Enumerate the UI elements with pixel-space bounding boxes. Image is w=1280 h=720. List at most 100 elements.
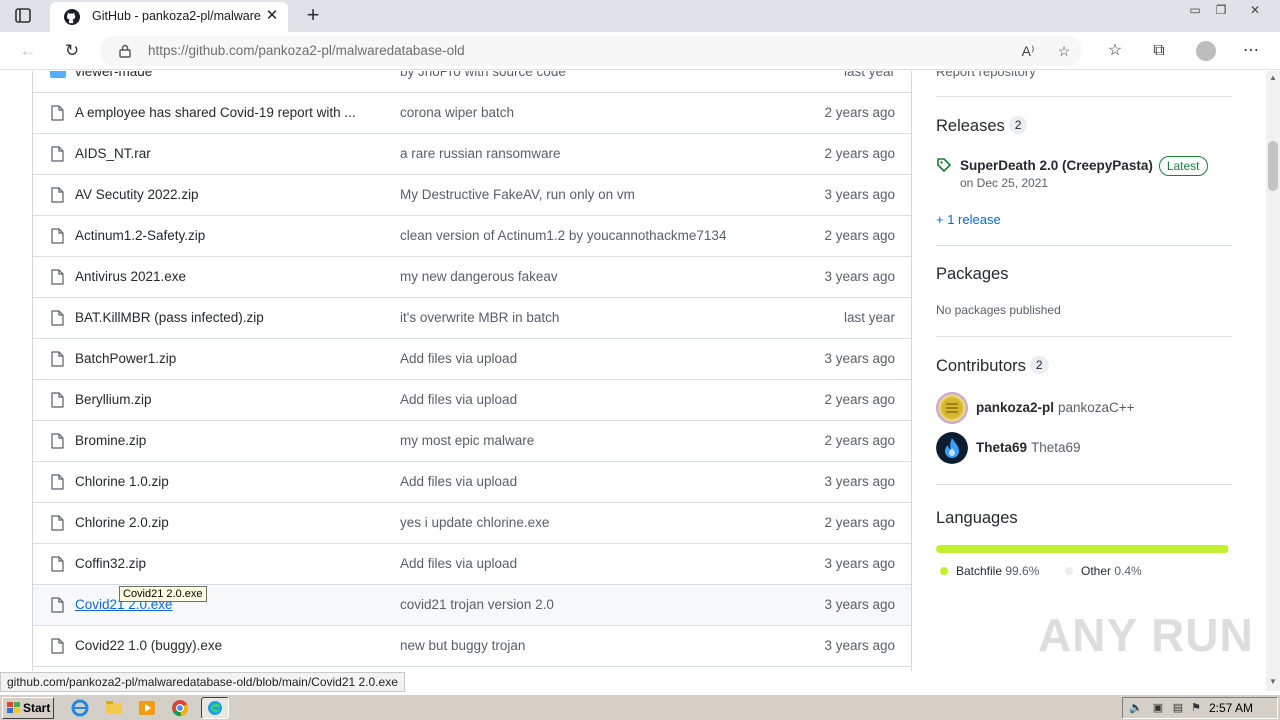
- ie-icon[interactable]: [70, 698, 90, 718]
- contributors-heading[interactable]: Contributors: [936, 357, 1026, 375]
- media-player-icon[interactable]: [137, 698, 157, 718]
- folder-icon[interactable]: [104, 698, 124, 718]
- file-name-link[interactable]: AV Secutity 2022.zip: [75, 187, 375, 202]
- file-name-link[interactable]: A employee has shared Covid-19 report wi…: [75, 105, 375, 120]
- vertical-scrollbar[interactable]: ▲ ▼: [1266, 71, 1280, 691]
- new-tab-button[interactable]: +: [302, 4, 324, 27]
- commit-message-link[interactable]: my most epic malware: [400, 433, 780, 448]
- file-row[interactable]: AIDS_NT.rar a rare russian ransomware 2 ye…: [33, 133, 911, 174]
- commit-message-link[interactable]: it's overwrite MBR in batch: [400, 310, 780, 325]
- commit-message-link[interactable]: My Destructive FakeAV, run only on vm: [400, 187, 780, 202]
- file-name-link[interactable]: Covid22 1.0 (buggy).exe: [75, 638, 375, 653]
- lock-icon[interactable]: [118, 44, 132, 58]
- more-menu-icon[interactable]: ⋯: [1240, 40, 1262, 62]
- file-name-link[interactable]: AIDS_NT.rar: [75, 146, 375, 161]
- more-releases-link[interactable]: + 1 release: [936, 212, 1001, 227]
- address-bar[interactable]: https://github.com/pankoza2-pl/malwareda…: [100, 36, 1082, 66]
- commit-message-link[interactable]: Add files via upload: [400, 556, 780, 571]
- file-name-link[interactable]: Antivirus 2021.exe: [75, 269, 375, 284]
- file-row[interactable]: BAT.KillMBR (pass infected).zip it's over…: [33, 297, 911, 338]
- contributor-item[interactable]: pankoza2-pl pankozaC++: [936, 392, 1232, 426]
- file-row[interactable]: Beryllium.zip Add files via upload 2 years…: [33, 379, 911, 420]
- url-text[interactable]: https://github.com/pankoza2-pl/malwareda…: [148, 43, 465, 58]
- file-name-link[interactable]: BAT.KillMBR (pass infected).zip: [75, 310, 375, 325]
- commit-message-link[interactable]: a rare russian ransomware: [400, 146, 780, 161]
- browser-tab-active[interactable]: GitHub - pankoza2-pl/malware ✕: [50, 2, 288, 32]
- back-arrow-icon[interactable]: ←: [16, 39, 40, 63]
- minimize-icon[interactable]: ▭: [1184, 2, 1206, 18]
- file-row[interactable]: Chlorine 1.0.zip Add files via upload 3 ye…: [33, 461, 911, 502]
- commit-message-link[interactable]: covid21 trojan version 2.0: [400, 597, 780, 612]
- tab-close-icon[interactable]: ✕: [264, 8, 280, 24]
- refresh-icon[interactable]: ↻: [60, 39, 84, 63]
- file-name-link[interactable]: Actinum1.2-Safety.zip: [75, 228, 375, 243]
- collections-icon[interactable]: ⧉: [1148, 40, 1170, 62]
- file-row[interactable]: Bromine.zip my most epic malware 2 years a…: [33, 420, 911, 461]
- file-name-link[interactable]: Chlorine 2.0.zip: [75, 515, 375, 530]
- scrollbar-thumb[interactable]: [1268, 141, 1278, 191]
- file-row[interactable]: AV Secutity 2022.zip My Destructive FakeA…: [33, 174, 911, 215]
- file-row[interactable]: Chlorine 2.0.zip yes i update chlorine.ex…: [33, 502, 911, 543]
- contributor-login[interactable]: pankoza2-pl: [976, 400, 1054, 415]
- file-name-link[interactable]: BatchPower1.zip: [75, 351, 375, 366]
- start-button[interactable]: Start: [2, 697, 54, 719]
- file-name-link[interactable]: Beryllium.zip: [75, 392, 375, 407]
- language-percent: 99.6%: [1005, 564, 1040, 578]
- window-close-icon[interactable]: ✕: [1244, 2, 1266, 18]
- commit-message-link[interactable]: clean version of Actinum1.2 by youcannot…: [400, 228, 780, 243]
- languages-section: Languages Batchfile 99.6% Other 0.4%: [936, 509, 1232, 578]
- file-list: viewer-made by JhoPro with source code las…: [32, 71, 912, 671]
- display-icon[interactable]: ▤: [1171, 701, 1185, 715]
- language-bar: [936, 545, 1229, 553]
- volume-icon[interactable]: 🔈: [1129, 701, 1143, 715]
- profile-avatar-icon[interactable]: [1196, 41, 1216, 61]
- file-row[interactable]: BatchPower1.zip Add files via upload 3 yea…: [33, 338, 911, 379]
- network-icon[interactable]: ▣: [1151, 701, 1165, 715]
- file-name-link[interactable]: Bromine.zip: [75, 433, 375, 448]
- commit-message-link[interactable]: new but buggy trojan: [400, 638, 780, 653]
- file-row[interactable]: Coffin32.zip Add files via upload 3 years …: [33, 543, 911, 584]
- latest-release[interactable]: SuperDeath 2.0 (CreepyPasta) Latest on De…: [936, 154, 1232, 194]
- packages-heading[interactable]: Packages: [936, 265, 1008, 283]
- release-name[interactable]: SuperDeath 2.0 (CreepyPasta): [960, 158, 1153, 173]
- contributor-login[interactable]: Theta69: [976, 440, 1027, 455]
- commit-message-link[interactable]: corona wiper batch: [400, 105, 780, 120]
- scroll-down-icon[interactable]: ▼: [1266, 675, 1280, 689]
- language-name: Other: [1081, 564, 1112, 578]
- file-name-link[interactable]: Coffin32.zip: [75, 556, 375, 571]
- contributor-item[interactable]: Theta69 Theta69: [936, 432, 1232, 466]
- file-row[interactable]: A employee has shared Covid-19 report wi…: [33, 92, 911, 133]
- file-name-link[interactable]: viewer-made: [75, 71, 375, 79]
- commit-message-link[interactable]: my new dangerous fakeav: [400, 269, 780, 284]
- avatar[interactable]: [936, 392, 968, 424]
- commit-message-link[interactable]: Add files via upload: [400, 474, 780, 489]
- file-name-link[interactable]: Chlorine 1.0.zip: [75, 474, 375, 489]
- file-row[interactable]: Covid22 1.0 (buggy).exe new but buggy tro…: [33, 625, 911, 666]
- flag-icon[interactable]: ⚑: [1189, 701, 1203, 715]
- release-date: on Dec 25, 2021: [960, 176, 1049, 190]
- read-aloud-icon[interactable]: A⁾: [1018, 41, 1038, 61]
- commit-message-link[interactable]: Add files via upload: [400, 392, 780, 407]
- releases-heading[interactable]: Releases: [936, 117, 1005, 135]
- favorites-icon[interactable]: ☆: [1104, 40, 1126, 62]
- avatar[interactable]: [936, 432, 968, 464]
- language-item[interactable]: Other 0.4%: [1065, 564, 1142, 578]
- contributors-section: Contributors 2 pankoza2-pl pankozaC++ Th…: [936, 356, 1232, 464]
- language-item[interactable]: Batchfile 99.6%: [940, 564, 1039, 578]
- tab-actions-icon[interactable]: [12, 6, 34, 26]
- restore-icon[interactable]: ❐: [1210, 2, 1232, 18]
- commit-message-link[interactable]: yes i update chlorine.exe: [400, 515, 780, 530]
- report-repository-link[interactable]: Report repository: [936, 71, 1036, 79]
- add-favorite-icon[interactable]: ☆: [1054, 41, 1074, 61]
- edge-taskbar-button[interactable]: [201, 697, 229, 719]
- commit-age: 3 years ago: [824, 597, 895, 612]
- file-row[interactable]: Covid Trojan 32 Destructive3 years ago: [33, 666, 911, 671]
- chrome-icon[interactable]: [170, 698, 190, 718]
- file-row[interactable]: Actinum1.2-Safety.zip clean version of Ac…: [33, 215, 911, 256]
- file-row[interactable]: Antivirus 2021.exe my new dangerous fakea…: [33, 256, 911, 297]
- file-icon: [51, 105, 64, 121]
- scroll-up-icon[interactable]: ▲: [1266, 71, 1280, 85]
- commit-message-link[interactable]: by JhoPro with source code: [400, 71, 780, 79]
- commit-message-link[interactable]: Add files via upload: [400, 351, 780, 366]
- file-row[interactable]: viewer-made by JhoPro with source code las…: [33, 71, 911, 92]
